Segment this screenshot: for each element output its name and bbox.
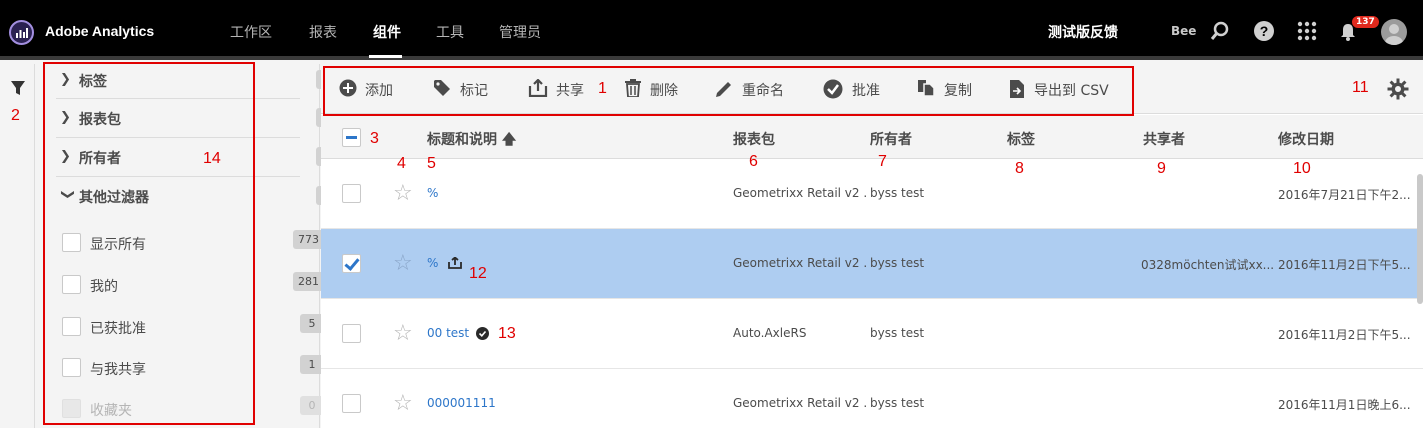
row-checkbox[interactable] [342,324,361,343]
annotation-6: 6 [749,153,758,170]
beta-feedback-link[interactable]: 测试版反馈 [1048,22,1118,42]
column-report-suite[interactable]: 报表包 [733,129,775,149]
star-icon[interactable]: ☆ [393,251,413,276]
component-title-link[interactable]: 00 test [427,326,469,340]
component-title-link[interactable]: % [427,256,438,270]
annotation-5: 5 [427,155,436,172]
components-list: 添加 标记 共享 删除 重命名 批准 复制 导出到 CSV 标题和说明 🡅 报表… [321,64,1423,428]
cell-report-suite: Geometrixx Retail v2 ... [733,186,868,200]
cell-shared-with: 0328möchten试试xx... [1141,258,1275,272]
user-name[interactable]: Bee [1171,24,1196,38]
table-row[interactable]: ☆ % Geometrixx Retail v2 ... byss test 2… [321,159,1423,229]
cell-report-suite: Auto.AxleRS [733,326,807,340]
table-row[interactable]: ☆ 00 test Auto.AxleRS byss test 2016年11月… [321,299,1423,369]
row-checkbox[interactable] [342,254,361,273]
cell-modified: 2016年11月2日下午5... [1278,258,1411,272]
select-all-checkbox[interactable] [342,128,361,147]
component-title-link[interactable]: % [427,186,438,200]
annotation-2: 2 [11,107,20,124]
filter-option-count: 773 [293,230,324,249]
star-icon[interactable]: ☆ [393,321,413,346]
column-modified[interactable]: 修改日期 [1278,129,1334,149]
annotation-4: 4 [397,155,406,172]
annotation-10: 10 [1293,160,1311,177]
column-shared-with[interactable]: 共享者 [1143,129,1185,149]
cell-modified: 2016年11月2日下午5... [1278,328,1411,342]
help-icon[interactable]: ? [1253,20,1275,42]
annotation-8: 8 [1015,160,1024,177]
annotation-1: 1 [598,80,607,97]
cell-report-suite: Geometrixx Retail v2 ... [733,256,868,270]
annotation-3: 3 [370,130,379,147]
annotation-13: 13 [498,325,516,342]
cell-owner: byss test [870,326,925,340]
column-title[interactable]: 标题和说明 🡅 [427,129,516,153]
row-checkbox[interactable] [342,394,361,413]
approved-check-icon [476,327,489,344]
star-icon[interactable]: ☆ [393,391,413,416]
cell-owner: byss test [870,256,925,270]
nav-active-indicator [369,55,402,58]
svg-text:?: ? [1260,23,1269,39]
component-title-link[interactable]: 000001111 [427,396,496,410]
search-icon[interactable] [1209,20,1231,42]
table-row[interactable]: ☆ % Geometrixx Retail v2 ... byss test 0… [321,229,1423,299]
shared-icon [448,256,462,273]
row-checkbox[interactable] [342,184,361,203]
nav-reports[interactable]: 报表 [309,22,337,42]
nav-workspace[interactable]: 工作区 [230,22,272,42]
cell-modified: 2016年7月21日下午2... [1278,188,1411,202]
sort-arrow-up-icon: 🡅 [501,132,517,148]
annotation-7: 7 [878,153,887,170]
apps-grid-icon[interactable] [1296,20,1318,42]
annotation-9: 9 [1157,160,1166,177]
avatar[interactable] [1381,19,1407,45]
cell-report-suite: Geometrixx Retail v2 ... [733,396,868,410]
table-header: 标题和说明 🡅 报表包 所有者 标签 共享者 修改日期 [321,115,1423,159]
annotation-14: 14 [203,150,221,167]
brand-name[interactable]: Adobe Analytics [45,23,154,39]
annotation-box-toolbar [323,66,1134,116]
annotation-11: 11 [1352,79,1369,96]
annotation-box-filters [43,62,255,425]
gear-icon[interactable] [1387,78,1409,104]
top-bar: Adobe Analytics 工作区 报表 组件 工具 管理员 测试版反馈 B… [0,0,1423,60]
nav-tools[interactable]: 工具 [436,22,464,42]
star-icon[interactable]: ☆ [393,181,413,206]
annotation-12: 12 [469,265,487,282]
column-tags[interactable]: 标签 [1007,129,1035,149]
column-owner[interactable]: 所有者 [870,129,912,149]
nav-admin[interactable]: 管理员 [499,22,541,42]
cell-owner: byss test [870,396,925,410]
filter-icon[interactable] [10,80,26,100]
scrollbar[interactable] [1417,174,1423,304]
cell-owner: byss test [870,186,925,200]
cell-modified: 2016年11月1日晚上6... [1278,398,1411,412]
filter-option-count: 281 [293,272,324,291]
adobe-analytics-logo-icon[interactable] [9,20,34,45]
nav-components[interactable]: 组件 [373,22,401,42]
table-row[interactable]: ☆ 000001111 Geometrixx Retail v2 ... bys… [321,369,1423,428]
notification-badge: 137 [1352,16,1379,28]
